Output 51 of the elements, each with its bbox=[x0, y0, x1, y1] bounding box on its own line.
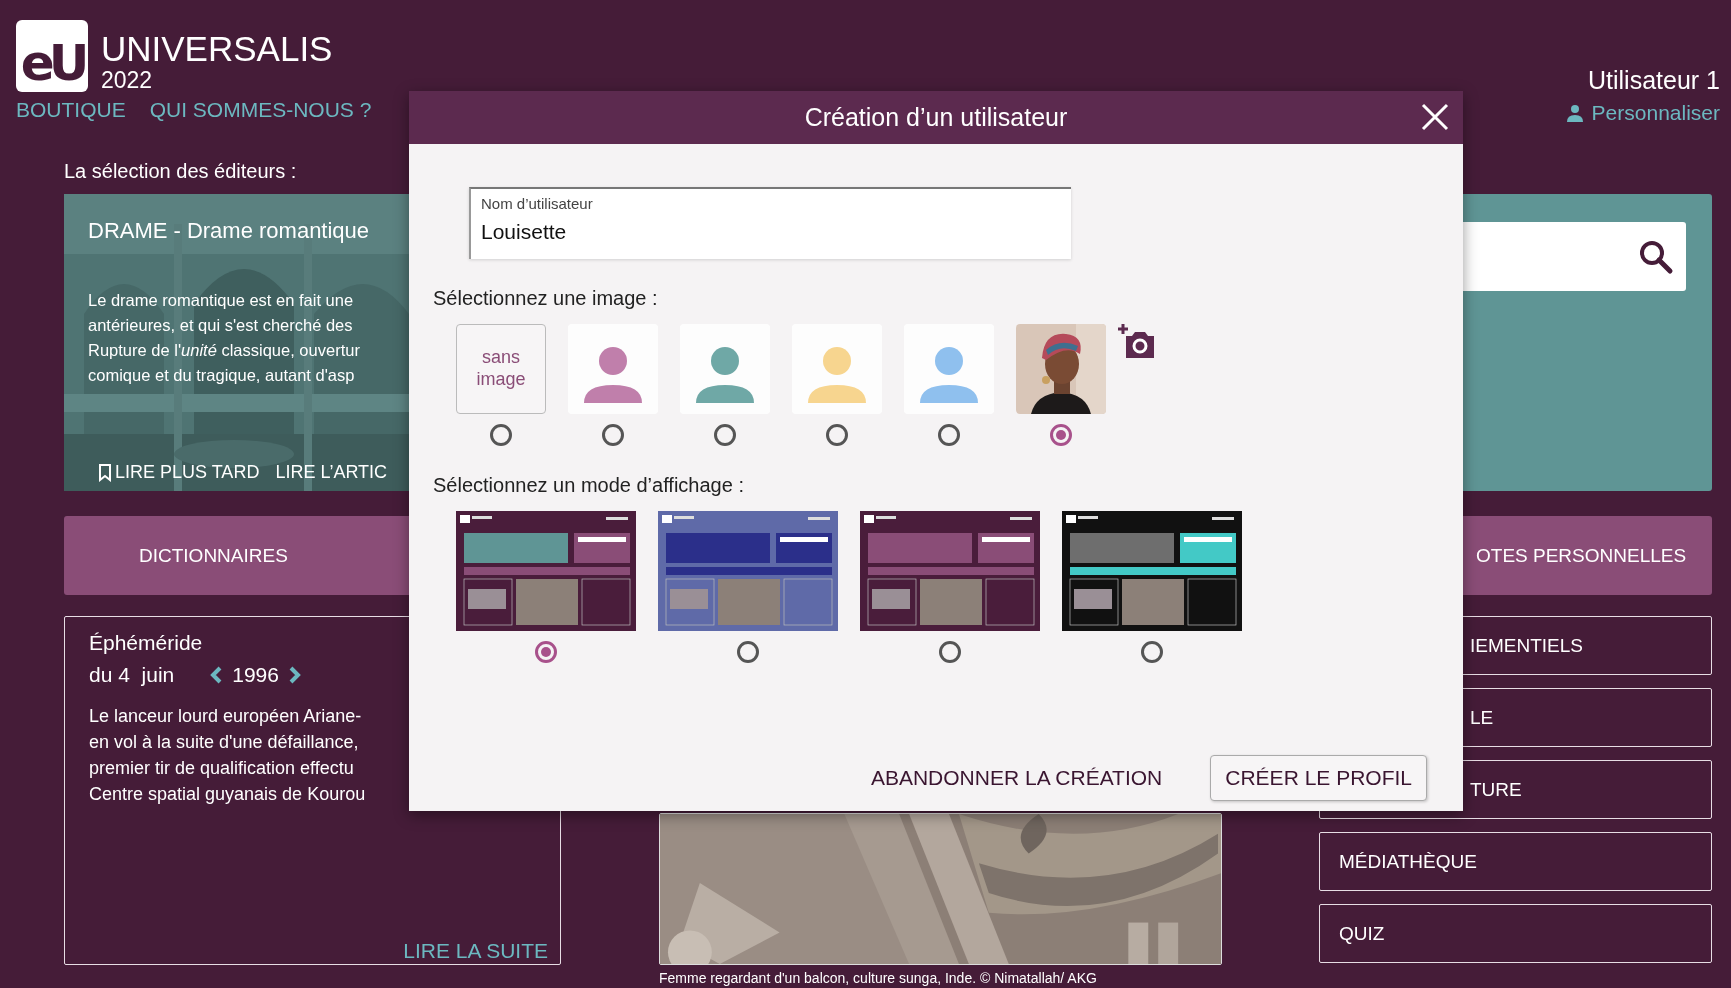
chevron-right-icon[interactable] bbox=[288, 666, 301, 684]
section-heading: La sélection des éditeurs : bbox=[64, 160, 298, 183]
article-excerpt: Le drame romantique est en fait une antérieures, et qui s'est cherché des Rupture de l'unité classique, ouvertur comique et du tragique, autant d'asp bbox=[88, 290, 361, 386]
user-name: Utilisateur 1 bbox=[1588, 66, 1720, 95]
theme-preview-drawing[interactable] bbox=[456, 511, 636, 631]
theme-preview-drawing[interactable] bbox=[658, 511, 838, 631]
chevron-left-icon[interactable] bbox=[210, 666, 223, 684]
no-image-option[interactable]: sans image bbox=[456, 324, 546, 414]
person-icon bbox=[1565, 104, 1584, 122]
image-caption: Femme regardant d'un balcon, culture sunga, Inde. © Nimatallah/ AKG bbox=[659, 970, 1098, 986]
edition-year: 2022 bbox=[101, 68, 154, 92]
date-label: du 4 juin bbox=[89, 663, 175, 687]
panel-title: Éphéméride bbox=[89, 631, 204, 655]
article-title: - Drame romantique bbox=[173, 218, 370, 244]
create-profile-button[interactable]: CRÉER LE PROFIL bbox=[1210, 755, 1427, 801]
search-icon[interactable] bbox=[1638, 238, 1674, 275]
theme-preview-drawing[interactable] bbox=[860, 511, 1040, 631]
brand-name: UNIVERSALIS bbox=[101, 30, 333, 69]
radio-button[interactable] bbox=[490, 424, 512, 446]
customize-link[interactable]: Personnaliser bbox=[1565, 101, 1720, 125]
bookmark-icon bbox=[98, 463, 112, 482]
add-photo-icon[interactable] bbox=[1118, 324, 1156, 360]
section-label: Sélectionnez une image : bbox=[433, 287, 659, 310]
radio-button[interactable] bbox=[602, 424, 624, 446]
username-field[interactable]: Nom d’utilisateur Louisette bbox=[469, 187, 1071, 259]
radio-button[interactable] bbox=[938, 424, 960, 446]
radio-button[interactable] bbox=[826, 424, 848, 446]
radio-button[interactable] bbox=[1050, 424, 1072, 446]
cancel-button[interactable]: ABANDONNER LA CRÉATION bbox=[864, 765, 1169, 791]
logo: eU bbox=[16, 20, 88, 92]
menu-button[interactable]: OTES PERSONNELLES bbox=[1463, 516, 1712, 595]
read-later-link[interactable]: LIRE PLUS TARD bbox=[98, 462, 260, 483]
section-label: Sélectionnez un mode d’affichage : bbox=[433, 474, 745, 497]
year-label: 1996 bbox=[232, 663, 279, 687]
radio-button[interactable] bbox=[535, 641, 557, 663]
radio-button[interactable] bbox=[714, 424, 736, 446]
radio-button[interactable] bbox=[737, 641, 759, 663]
radio-button[interactable] bbox=[939, 641, 961, 663]
nav-link[interactable]: BOUTIQUE bbox=[16, 98, 126, 122]
radio-button[interactable] bbox=[1141, 641, 1163, 663]
theme-preview-drawing[interactable] bbox=[1062, 511, 1242, 631]
nav-link[interactable]: QUI SOMMES-NOUS ? bbox=[149, 98, 372, 122]
search-field[interactable] bbox=[1463, 222, 1686, 291]
read-more-link[interactable]: LIRE LA SUITE bbox=[403, 939, 548, 964]
menu-button[interactable]: DICTIONNAIRES bbox=[64, 516, 409, 595]
menu-button[interactable]: QUIZ bbox=[1319, 904, 1712, 963]
read-article-link[interactable]: LIRE L’ARTIC bbox=[275, 462, 388, 483]
menu-button[interactable]: MÉDIATHÈQUE bbox=[1319, 832, 1712, 891]
ephemeris-text: Le lanceur lourd européen Ariane- en vol à la suite d'une défaillance, premier tir de qualification effectu Centre spatial guyanais de Kourou bbox=[89, 705, 367, 806]
article-category: DRAME bbox=[88, 218, 168, 244]
dialog-title: Création d’un utilisateur bbox=[804, 103, 1068, 132]
